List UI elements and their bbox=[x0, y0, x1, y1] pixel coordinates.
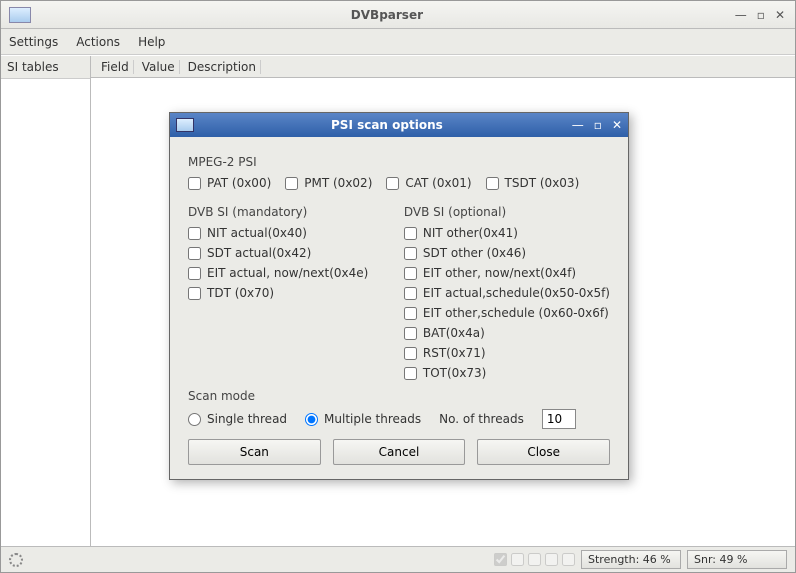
menu-settings[interactable]: Settings bbox=[9, 35, 58, 49]
check-nit-other[interactable]: NIT other(0x41) bbox=[404, 223, 610, 243]
menubar: Settings Actions Help bbox=[1, 29, 795, 55]
columns-header: Field Value Description bbox=[91, 56, 795, 78]
check-pmt[interactable]: PMT (0x02) bbox=[285, 173, 372, 193]
dvb-optional-col: DVB SI (optional) NIT other(0x41) SDT ot… bbox=[404, 199, 610, 383]
check-tsdt-input[interactable] bbox=[486, 177, 499, 190]
group-dvb-optional-label: DVB SI (optional) bbox=[404, 205, 610, 219]
threads-label: No. of threads bbox=[439, 412, 524, 426]
minimize-button[interactable]: — bbox=[735, 8, 747, 22]
spinner-icon bbox=[9, 553, 23, 567]
content-area: SI tables Field Value Description PSI sc… bbox=[1, 55, 795, 546]
status-check-2[interactable] bbox=[511, 553, 524, 566]
dvb-mandatory-col: DVB SI (mandatory) NIT actual(0x40) SDT … bbox=[188, 199, 384, 383]
menu-actions[interactable]: Actions bbox=[76, 35, 120, 49]
check-cat-input[interactable] bbox=[386, 177, 399, 190]
main-panel: Field Value Description PSI scan options… bbox=[91, 56, 795, 546]
check-pmt-input[interactable] bbox=[285, 177, 298, 190]
main-titlebar: DVBparser — ▫ ✕ bbox=[1, 1, 795, 29]
check-rst[interactable]: RST(0x71) bbox=[404, 343, 610, 363]
check-eit-actual-nownext-input[interactable] bbox=[188, 267, 201, 280]
check-tdt-input[interactable] bbox=[188, 287, 201, 300]
col-value: Value bbox=[138, 60, 180, 74]
col-field: Field bbox=[97, 60, 134, 74]
check-pat-input[interactable] bbox=[188, 177, 201, 190]
check-eit-other-schedule[interactable]: EIT other,schedule (0x60-0x6f) bbox=[404, 303, 610, 323]
maximize-button[interactable]: ▫ bbox=[757, 8, 765, 22]
dialog-close-button[interactable]: ✕ bbox=[612, 118, 622, 132]
check-eit-actual-schedule[interactable]: EIT actual,schedule(0x50-0x5f) bbox=[404, 283, 610, 303]
status-strength: Strength: 46 % bbox=[581, 550, 681, 569]
col-description: Description bbox=[184, 60, 261, 74]
psi-scan-dialog: PSI scan options — ▫ ✕ MPEG-2 PSI PAT (0… bbox=[169, 112, 629, 480]
sidebar-header: SI tables bbox=[1, 56, 90, 79]
scan-button[interactable]: Scan bbox=[188, 439, 321, 465]
check-sdt-actual[interactable]: SDT actual(0x42) bbox=[188, 243, 384, 263]
dvb-columns: DVB SI (mandatory) NIT actual(0x40) SDT … bbox=[188, 199, 610, 383]
check-sdt-actual-input[interactable] bbox=[188, 247, 201, 260]
group-dvb-mandatory-label: DVB SI (mandatory) bbox=[188, 205, 384, 219]
cancel-button[interactable]: Cancel bbox=[333, 439, 466, 465]
dialog-buttons: Scan Cancel Close bbox=[188, 439, 610, 465]
check-nit-actual[interactable]: NIT actual(0x40) bbox=[188, 223, 384, 243]
check-eit-other-nownext-input[interactable] bbox=[404, 267, 417, 280]
check-sdt-other-input[interactable] bbox=[404, 247, 417, 260]
check-cat[interactable]: CAT (0x01) bbox=[386, 173, 471, 193]
threads-input[interactable] bbox=[542, 409, 576, 429]
dialog-minimize-button[interactable]: — bbox=[572, 118, 584, 132]
radio-single-thread-input[interactable] bbox=[188, 413, 201, 426]
scan-mode-row: Single thread Multiple threads No. of th… bbox=[188, 409, 610, 429]
dialog-titlebar[interactable]: PSI scan options — ▫ ✕ bbox=[170, 113, 628, 137]
scan-mode-label: Scan mode bbox=[188, 389, 610, 403]
menu-help[interactable]: Help bbox=[138, 35, 165, 49]
check-eit-other-schedule-input[interactable] bbox=[404, 307, 417, 320]
dialog-icon bbox=[176, 118, 194, 132]
check-nit-actual-input[interactable] bbox=[188, 227, 201, 240]
status-snr: Snr: 49 % bbox=[687, 550, 787, 569]
grid-body: PSI scan options — ▫ ✕ MPEG-2 PSI PAT (0… bbox=[91, 78, 795, 546]
dialog-maximize-button[interactable]: ▫ bbox=[594, 118, 602, 132]
dialog-controls: — ▫ ✕ bbox=[572, 118, 622, 132]
status-check-1[interactable] bbox=[494, 553, 507, 566]
check-eit-other-nownext[interactable]: EIT other, now/next(0x4f) bbox=[404, 263, 610, 283]
group-mpeg2psi-label: MPEG-2 PSI bbox=[188, 155, 610, 169]
check-sdt-other[interactable]: SDT other (0x46) bbox=[404, 243, 610, 263]
check-eit-actual-schedule-input[interactable] bbox=[404, 287, 417, 300]
status-check-4[interactable] bbox=[545, 553, 558, 566]
check-bat[interactable]: BAT(0x4a) bbox=[404, 323, 610, 343]
dialog-title: PSI scan options bbox=[202, 118, 572, 132]
window-title: DVBparser bbox=[39, 8, 735, 22]
check-tot-input[interactable] bbox=[404, 367, 417, 380]
group-mpeg2psi: PAT (0x00) PMT (0x02) CAT (0x01) TSDT (0… bbox=[188, 173, 610, 193]
status-checks bbox=[494, 553, 575, 566]
window-controls: — ▫ ✕ bbox=[735, 8, 785, 22]
check-tot[interactable]: TOT(0x73) bbox=[404, 363, 610, 383]
radio-multiple-threads-input[interactable] bbox=[305, 413, 318, 426]
radio-single-thread[interactable]: Single thread bbox=[188, 412, 287, 426]
sidebar: SI tables bbox=[1, 56, 91, 546]
close-button[interactable]: ✕ bbox=[775, 8, 785, 22]
check-tdt[interactable]: TDT (0x70) bbox=[188, 283, 384, 303]
check-eit-actual-nownext[interactable]: EIT actual, now/next(0x4e) bbox=[188, 263, 384, 283]
check-rst-input[interactable] bbox=[404, 347, 417, 360]
check-pat[interactable]: PAT (0x00) bbox=[188, 173, 271, 193]
check-tsdt[interactable]: TSDT (0x03) bbox=[486, 173, 580, 193]
check-nit-other-input[interactable] bbox=[404, 227, 417, 240]
close-dialog-button[interactable]: Close bbox=[477, 439, 610, 465]
app-icon bbox=[9, 7, 31, 23]
radio-multiple-threads[interactable]: Multiple threads bbox=[305, 412, 421, 426]
status-check-3[interactable] bbox=[528, 553, 541, 566]
main-window: DVBparser — ▫ ✕ Settings Actions Help SI… bbox=[0, 0, 796, 573]
dialog-body: MPEG-2 PSI PAT (0x00) PMT (0x02) CAT (0x… bbox=[170, 137, 628, 479]
status-bar: Strength: 46 % Snr: 49 % bbox=[1, 546, 795, 572]
check-bat-input[interactable] bbox=[404, 327, 417, 340]
status-check-5[interactable] bbox=[562, 553, 575, 566]
